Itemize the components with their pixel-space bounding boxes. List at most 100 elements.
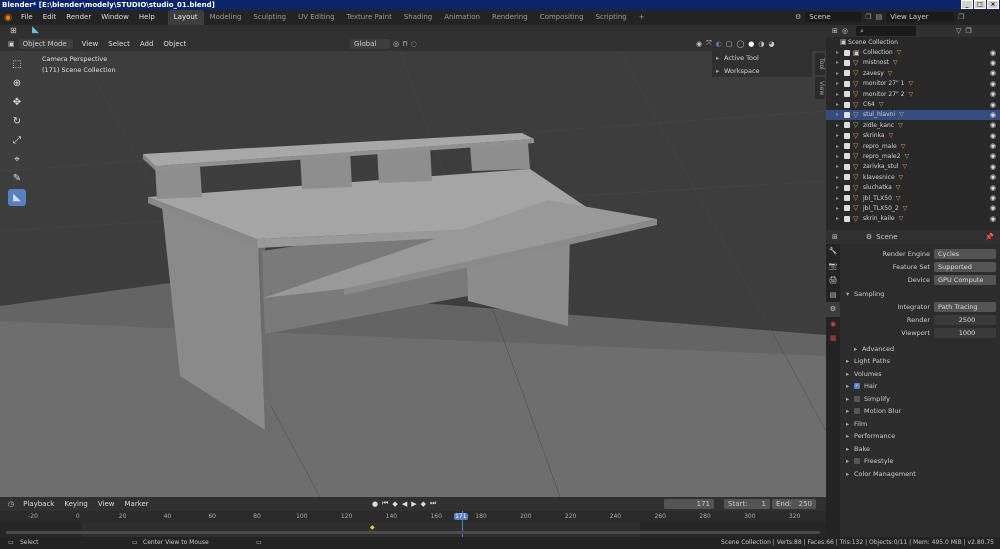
outliner-scene-collection[interactable]: ▣ Scene Collection	[826, 37, 1000, 47]
panel-film[interactable]: ▸ Film	[840, 418, 1000, 431]
timeline-menu-view[interactable]: View	[93, 497, 120, 511]
visibility-eye-icon[interactable]: ◉	[990, 132, 996, 140]
menu-help[interactable]: Help	[134, 10, 160, 25]
prev-keyframe-icon[interactable]: ◆	[392, 500, 397, 508]
panel-advanced[interactable]: ▸ Advanced	[840, 343, 1000, 356]
exclude-checkbox[interactable]	[844, 91, 850, 98]
object-visibility-icon[interactable]: ◉	[696, 40, 702, 48]
expand-arrow-icon[interactable]: ▸	[836, 143, 844, 150]
frame-ruler[interactable]: -20 0 20 40 60 80 100 120 140 160 171 180 200 220 240 2…	[0, 511, 826, 523]
expand-arrow-icon[interactable]: ▸	[836, 111, 844, 118]
workspace-panel[interactable]: ▸ Workspace	[712, 64, 812, 77]
visibility-eye-icon[interactable]: ◉	[990, 215, 996, 223]
tool-tab-icon[interactable]: 🔧	[826, 244, 840, 259]
pivot-icon[interactable]: ◎	[393, 40, 399, 48]
sampling-panel-header[interactable]: ▾ Sampling	[840, 288, 1000, 301]
exclude-checkbox[interactable]	[844, 143, 850, 150]
tab-tool[interactable]: Tool	[815, 53, 825, 75]
tab-sculpting[interactable]: Sculpting	[247, 10, 292, 25]
timeline-editor-icon[interactable]: ◷	[8, 500, 14, 508]
visibility-eye-icon[interactable]: ◉	[990, 49, 996, 57]
new-scene-icon[interactable]: ❐	[865, 13, 871, 21]
exclude-checkbox[interactable]	[844, 205, 850, 212]
exclude-checkbox[interactable]	[844, 122, 850, 129]
world-tab-icon[interactable]: ◉	[826, 317, 840, 332]
visibility-eye-icon[interactable]: ◉	[990, 184, 996, 192]
blender-logo-icon[interactable]: ◉	[0, 13, 16, 23]
jump-end-icon[interactable]: ⏭	[430, 499, 436, 508]
jump-start-icon[interactable]: ⏮	[382, 499, 388, 508]
add-workspace-button[interactable]: +	[633, 10, 651, 25]
panel-enable-checkbox[interactable]	[854, 395, 860, 402]
panel-freestyle[interactable]: ▸ Freestyle	[840, 455, 1000, 468]
outliner-item[interactable]: ▸ ▽ sluchatka ▽ ◉	[826, 182, 1000, 192]
outliner-item[interactable]: ▸ ▽ repro_male2 ▽ ◉	[826, 151, 1000, 161]
outliner-item[interactable]: ▸ ▽ zarivka_stul ▽ ◉	[826, 162, 1000, 172]
active-tool-icon[interactable]: ◣	[32, 25, 39, 35]
proportional-edit-icon[interactable]: ◌	[411, 40, 417, 48]
timeline-scrollbar[interactable]	[6, 531, 820, 534]
exclude-checkbox[interactable]	[844, 174, 850, 181]
new-view-layer-icon[interactable]: ❐	[958, 13, 964, 21]
display-mode-icon[interactable]: ◎	[842, 27, 848, 35]
texture-tab-icon[interactable]: ▦	[826, 331, 840, 346]
expand-arrow-icon[interactable]: ▸	[836, 59, 844, 66]
tab-layout[interactable]: Layout	[167, 10, 204, 25]
material-shading-icon[interactable]: ◑	[758, 40, 764, 48]
play-icon[interactable]: ▶	[411, 500, 416, 508]
properties-editor-icon[interactable]: ⊞	[832, 233, 838, 241]
outliner-item[interactable]: ▸ ▽ klavesnice ▽ ◉	[826, 172, 1000, 182]
outliner-item[interactable]: ▸ ▽ jbl_TLX50_2 ▽ ◉	[826, 203, 1000, 213]
view-layer-tab-icon[interactable]: ▤	[826, 288, 840, 303]
outliner-item[interactable]: ▸ ▽ zidle_kanc ▽ ◉	[826, 120, 1000, 130]
tab-animation[interactable]: Animation	[438, 10, 486, 25]
pin-icon[interactable]: 📌	[985, 233, 994, 241]
transform-orientation[interactable]: Global	[350, 39, 390, 49]
visibility-eye-icon[interactable]: ◉	[990, 142, 996, 150]
outliner-item[interactable]: ▸ ▽ zavesy ▽ ◉	[826, 68, 1000, 78]
view-layer-selector[interactable]: View Layer	[886, 12, 955, 22]
annotate-icon[interactable]: ✎	[8, 170, 26, 187]
panel-light-paths[interactable]: ▸ Light Paths	[840, 355, 1000, 368]
minimize-button[interactable]: _	[961, 0, 973, 9]
visibility-eye-icon[interactable]: ◉	[990, 163, 996, 171]
outliner-item[interactable]: ▸ ▽ skrin_kaile ▽ ◉	[826, 214, 1000, 224]
wireframe-shading-icon[interactable]: ◯	[736, 40, 744, 48]
render-tab-icon[interactable]: 📷	[826, 259, 840, 274]
mode-selector[interactable]: Object Mode	[18, 39, 73, 49]
tab-shading[interactable]: Shading	[398, 10, 438, 25]
outliner-search-input[interactable]: ⌕	[855, 26, 916, 36]
move-icon[interactable]: ✥	[8, 94, 26, 111]
exclude-checkbox[interactable]	[844, 70, 850, 77]
outliner-editor-icon[interactable]: ⊞	[832, 27, 838, 35]
visibility-eye-icon[interactable]: ◉	[990, 111, 996, 119]
editor-type-icon[interactable]: ⊞	[10, 26, 17, 35]
select-box-icon[interactable]: ⬚	[8, 56, 26, 73]
integrator-select[interactable]: Path Tracing	[934, 302, 996, 312]
menu-render[interactable]: Render	[61, 10, 96, 25]
expand-arrow-icon[interactable]: ▸	[836, 205, 844, 212]
panel-enable-checkbox[interactable]: ✓	[854, 383, 860, 390]
gizmo-icon[interactable]: ⤧	[706, 39, 712, 48]
tab-rendering[interactable]: Rendering	[486, 10, 534, 25]
visibility-eye-icon[interactable]: ◉	[990, 194, 996, 202]
exclude-checkbox[interactable]	[844, 215, 850, 222]
exclude-checkbox[interactable]	[844, 163, 850, 170]
viewport-menu-object[interactable]: Object	[158, 37, 191, 51]
panel-performance[interactable]: ▸ Performance	[840, 430, 1000, 443]
panel-enable-checkbox[interactable]	[854, 408, 860, 415]
snap-icon[interactable]: ⊓	[402, 40, 407, 48]
panel-hair[interactable]: ▸ ✓ Hair	[840, 380, 1000, 393]
tab-scripting[interactable]: Scripting	[590, 10, 633, 25]
scale-icon[interactable]: ⤢	[8, 132, 26, 149]
editor-type-icon[interactable]: ▣	[8, 40, 15, 48]
tab-view[interactable]: View	[815, 77, 825, 99]
expand-arrow-icon[interactable]: ▸	[836, 215, 844, 222]
panel-volumes[interactable]: ▸ Volumes	[840, 368, 1000, 381]
outliner-item[interactable]: ▸ ▽ skrinka ▽ ◉	[826, 131, 1000, 141]
viewport-menu-view[interactable]: View	[77, 37, 104, 51]
outliner-item[interactable]: ▸ ▽ repro_male ▽ ◉	[826, 141, 1000, 151]
panel-simplify[interactable]: ▸ Simplify	[840, 393, 1000, 406]
visibility-eye-icon[interactable]: ◉	[990, 204, 996, 212]
device-select[interactable]: GPU Compute	[934, 274, 996, 285]
